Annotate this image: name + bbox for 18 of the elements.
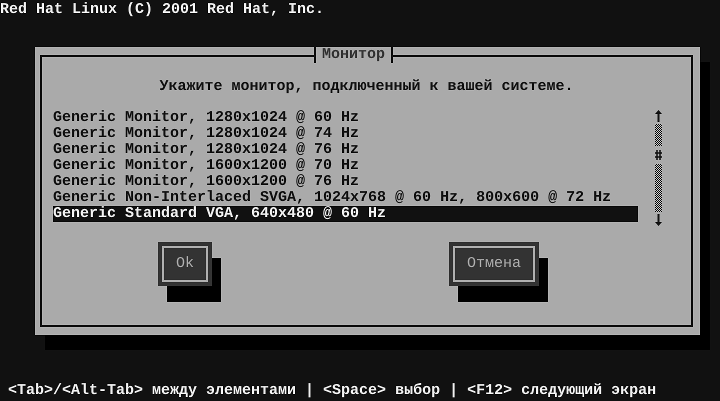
scroll-track[interactable] (655, 124, 662, 212)
cancel-button[interactable]: Отмена (448, 242, 539, 286)
scroll-thumb-icon[interactable] (655, 146, 662, 164)
ok-button[interactable]: Ok (158, 242, 212, 286)
monitor-list-item[interactable]: Generic Standard VGA, 640x480 @ 60 Hz (53, 206, 638, 222)
monitor-list-item[interactable]: Generic Monitor, 1280x1024 @ 60 Hz (53, 110, 638, 126)
monitor-list-item[interactable]: Generic Monitor, 1600x1200 @ 70 Hz (53, 158, 638, 174)
scrollbar[interactable] (654, 110, 663, 226)
monitor-list-item[interactable]: Generic Monitor, 1600x1200 @ 76 Hz (53, 174, 638, 190)
up-arrow-icon[interactable] (655, 110, 662, 122)
monitor-list-item[interactable]: Generic Non-Interlaced SVGA, 1024x768 @ 60 Hz, 800x600 @ 72 Hz (53, 190, 638, 206)
monitor-list-item[interactable]: Generic Monitor, 1280x1024 @ 76 Hz (53, 142, 638, 158)
monitor-list-item[interactable]: Generic Monitor, 1280x1024 @ 74 Hz (53, 126, 638, 142)
dialog-title: Монитор (314, 47, 394, 63)
down-arrow-icon[interactable] (655, 214, 662, 226)
prompt-text: Укажите монитор, подключенный к вашей системе. (159, 79, 574, 95)
header-text: Red Hat Linux (C) 2001 Red Hat, Inc. (0, 0, 326, 18)
status-bar-text: <Tab>/<Alt-Tab> между элементами | <Space> выбор | <F12> следующий экран (7, 383, 658, 399)
